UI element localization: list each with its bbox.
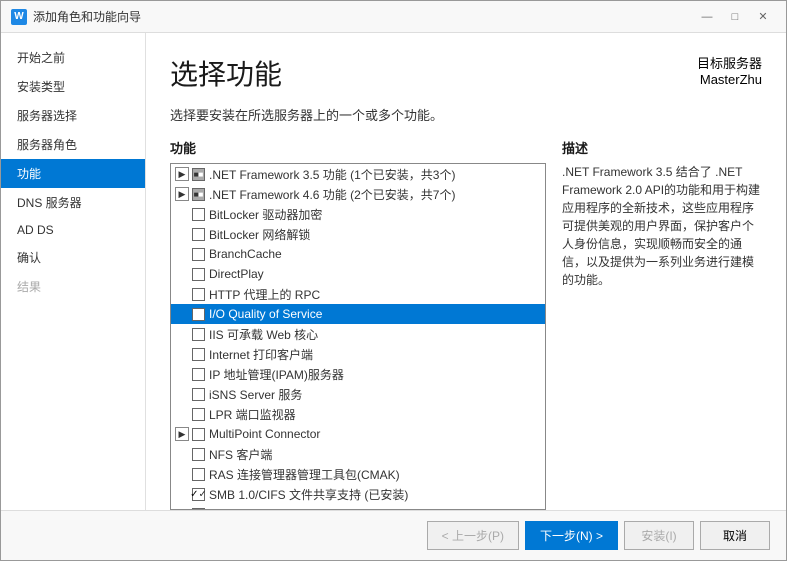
- checkbox-internet-print[interactable]: [192, 348, 205, 361]
- feature-label-multipoint: MultiPoint Connector: [209, 427, 320, 441]
- footer: < 上一步(P) 下一步(N) > 安装(I) 取消: [1, 510, 786, 560]
- feature-row-directplay[interactable]: DirectPlay: [171, 264, 545, 284]
- features-label: 功能: [170, 138, 546, 157]
- back-button[interactable]: < 上一步(P): [427, 521, 519, 550]
- feature-row-io-qos[interactable]: I/O Quality of Service: [171, 304, 545, 324]
- feature-row-http-rpc[interactable]: HTTP 代理上的 RPC: [171, 284, 545, 304]
- checkbox-smb1[interactable]: ✓: [192, 488, 205, 501]
- titlebar-left: W 添加角色和功能向导: [11, 8, 141, 25]
- checkbox-branchcache[interactable]: [192, 248, 205, 261]
- feature-row-nfs[interactable]: NFS 客户端: [171, 444, 545, 464]
- feature-row-iis-web[interactable]: IIS 可承载 Web 核心: [171, 324, 545, 344]
- feature-label-net46: .NET Framework 4.6 功能 (2个已安装，共7个): [209, 186, 455, 203]
- feature-row-internet-print[interactable]: Internet 打印客户端: [171, 344, 545, 364]
- titlebar: W 添加角色和功能向导 — □ ✕: [1, 1, 786, 33]
- main-panel: 选择功能 目标服务器 MasterZhu 选择要安装在所选服务器上的一个或多个功…: [146, 33, 786, 510]
- checkbox-multipoint[interactable]: [192, 428, 205, 441]
- checkbox-iis-web[interactable]: [192, 328, 205, 341]
- description-section: 描述 .NET Framework 3.5 结合了 .NET Framework…: [562, 138, 762, 510]
- expand-btn-net35[interactable]: ▶: [175, 167, 189, 181]
- expand-btn-net46[interactable]: ▶: [175, 187, 189, 201]
- features-list[interactable]: ▶■.NET Framework 3.5 功能 (1个已安装，共3个)▶■.NE…: [170, 163, 546, 510]
- features-scrollable[interactable]: ▶■.NET Framework 3.5 功能 (1个已安装，共3个)▶■.NE…: [171, 164, 545, 509]
- checkbox-nfs[interactable]: [192, 448, 205, 461]
- feature-row-smb-bw[interactable]: SMB Bandwidth Limit: [171, 504, 545, 509]
- titlebar-controls: — □ ✕: [694, 7, 776, 27]
- checkbox-bitlocker-net[interactable]: [192, 228, 205, 241]
- checkbox-ras[interactable]: [192, 468, 205, 481]
- minimize-button[interactable]: —: [694, 7, 720, 27]
- install-button[interactable]: 安装(I): [624, 521, 694, 550]
- sidebar-item-server-roles[interactable]: 服务器角色: [1, 130, 145, 159]
- feature-row-bitlocker-drive[interactable]: BitLocker 驱动器加密: [171, 204, 545, 224]
- main-window: W 添加角色和功能向导 — □ ✕ 开始之前安装类型服务器选择服务器角色功能DN…: [0, 0, 787, 561]
- feature-label-smb1: SMB 1.0/CIFS 文件共享支持 (已安装): [209, 486, 408, 503]
- checkbox-io-qos[interactable]: [192, 308, 205, 321]
- feature-label-internet-print: Internet 打印客户端: [209, 346, 313, 363]
- checkbox-smb-bw[interactable]: [192, 508, 205, 510]
- sidebar-item-install-type[interactable]: 安装类型: [1, 72, 145, 101]
- feature-row-net46[interactable]: ▶■ .NET Framework 4.6 功能 (2个已安装，共7个): [171, 184, 545, 204]
- next-button[interactable]: 下一步(N) >: [525, 521, 618, 550]
- checkbox-http-rpc[interactable]: [192, 288, 205, 301]
- checkbox-ip-mgmt[interactable]: [192, 368, 205, 381]
- feature-row-bitlocker-net[interactable]: BitLocker 网络解锁: [171, 224, 545, 244]
- feature-label-iis-web: IIS 可承载 Web 核心: [209, 326, 318, 343]
- feature-label-lpr: LPR 端口监视器: [209, 406, 296, 423]
- feature-label-isns: iSNS Server 服务: [209, 386, 302, 403]
- feature-label-net35: .NET Framework 3.5 功能 (1个已安装，共3个): [209, 166, 455, 183]
- app-icon: W: [11, 9, 27, 25]
- sidebar-item-adds[interactable]: AD DS: [1, 217, 145, 243]
- content-area: 开始之前安装类型服务器选择服务器角色功能DNS 服务器AD DS确认结果 选择功…: [1, 33, 786, 510]
- feature-row-net35[interactable]: ▶■ .NET Framework 3.5 功能 (1个已安装，共3个): [171, 164, 545, 184]
- feature-label-nfs: NFS 客户端: [209, 446, 272, 463]
- sidebar-item-features[interactable]: 功能: [1, 159, 145, 188]
- feature-label-http-rpc: HTTP 代理上的 RPC: [209, 286, 320, 303]
- checkbox-bitlocker-drive[interactable]: [192, 208, 205, 221]
- checkbox-directplay[interactable]: [192, 268, 205, 281]
- feature-label-ip-mgmt: IP 地址管理(IPAM)服务器: [209, 366, 344, 383]
- cancel-button[interactable]: 取消: [700, 521, 770, 550]
- instruction-text: 选择要安装在所选服务器上的一个或多个功能。: [170, 105, 762, 124]
- description-label: 描述: [562, 138, 762, 157]
- close-button[interactable]: ✕: [750, 7, 776, 27]
- checkbox-lpr[interactable]: [192, 408, 205, 421]
- feature-row-smb1[interactable]: ✓ SMB 1.0/CIFS 文件共享支持 (已安装): [171, 484, 545, 504]
- feature-label-io-qos: I/O Quality of Service: [209, 307, 322, 321]
- checkbox-isns[interactable]: [192, 388, 205, 401]
- expand-btn-multipoint[interactable]: ▶: [175, 427, 189, 441]
- checkbox-net35[interactable]: ■: [192, 168, 205, 181]
- sidebar-item-start[interactable]: 开始之前: [1, 43, 145, 72]
- target-server-value: MasterZhu: [697, 72, 762, 87]
- feature-row-ip-mgmt[interactable]: IP 地址管理(IPAM)服务器: [171, 364, 545, 384]
- feature-label-ras: RAS 连接管理器管理工具包(CMAK): [209, 466, 400, 483]
- target-server-label: 目标服务器: [697, 53, 762, 72]
- sidebar-item-confirm[interactable]: 确认: [1, 243, 145, 272]
- feature-row-isns[interactable]: iSNS Server 服务: [171, 384, 545, 404]
- feature-label-bitlocker-drive: BitLocker 驱动器加密: [209, 206, 322, 223]
- titlebar-title: 添加角色和功能向导: [33, 8, 141, 25]
- target-server-info: 目标服务器 MasterZhu: [697, 53, 762, 87]
- page-title: 选择功能: [170, 53, 762, 93]
- feature-label-branchcache: BranchCache: [209, 247, 282, 261]
- sidebar-item-dns[interactable]: DNS 服务器: [1, 188, 145, 217]
- feature-label-smb-bw: SMB Bandwidth Limit: [209, 507, 323, 509]
- feature-label-bitlocker-net: BitLocker 网络解锁: [209, 226, 310, 243]
- features-section: 功能 ▶■.NET Framework 3.5 功能 (1个已安装，共3个)▶■…: [170, 138, 546, 510]
- body-columns: 功能 ▶■.NET Framework 3.5 功能 (1个已安装，共3个)▶■…: [170, 138, 762, 510]
- sidebar: 开始之前安装类型服务器选择服务器角色功能DNS 服务器AD DS确认结果: [1, 33, 146, 510]
- maximize-button[interactable]: □: [722, 7, 748, 27]
- page-header: 选择功能 目标服务器 MasterZhu: [170, 53, 762, 93]
- feature-row-lpr[interactable]: LPR 端口监视器: [171, 404, 545, 424]
- sidebar-item-server-select[interactable]: 服务器选择: [1, 101, 145, 130]
- checkbox-net46[interactable]: ■: [192, 188, 205, 201]
- feature-row-multipoint[interactable]: ▶ MultiPoint Connector: [171, 424, 545, 444]
- feature-row-ras[interactable]: RAS 连接管理器管理工具包(CMAK): [171, 464, 545, 484]
- description-text: .NET Framework 3.5 结合了 .NET Framework 2.…: [562, 163, 762, 289]
- feature-label-directplay: DirectPlay: [209, 267, 264, 281]
- feature-row-branchcache[interactable]: BranchCache: [171, 244, 545, 264]
- sidebar-item-result: 结果: [1, 272, 145, 301]
